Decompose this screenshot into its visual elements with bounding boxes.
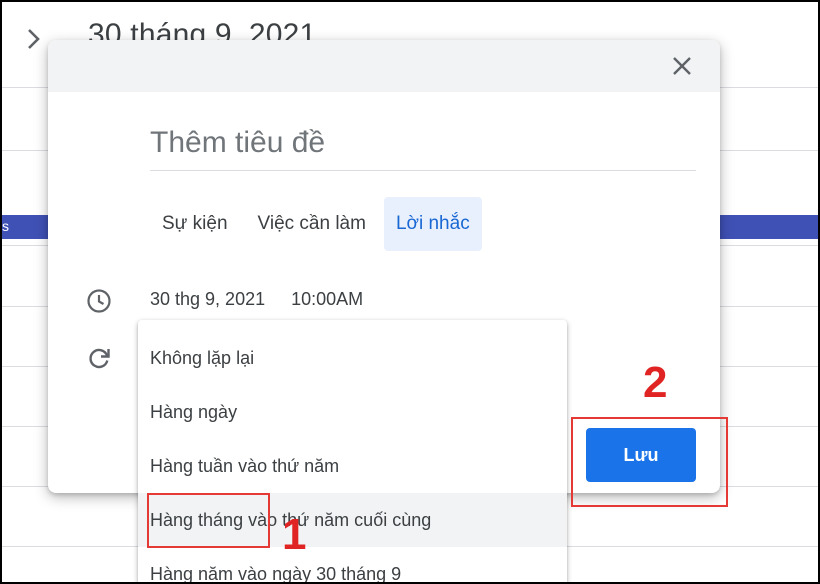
- repeat-icon: [89, 348, 110, 369]
- tab-reminder[interactable]: Lời nhắc: [383, 197, 482, 251]
- menu-item-daily[interactable]: Hàng ngày: [138, 385, 567, 439]
- clock-icon: [87, 289, 111, 313]
- menu-item-yearly[interactable]: Hàng năm vào ngày 30 tháng 9: [138, 547, 567, 584]
- tab-event[interactable]: Sự kiện: [150, 197, 240, 251]
- annotation-number-2: 2: [643, 358, 668, 407]
- chevron-right-icon[interactable]: [24, 26, 44, 52]
- date-value[interactable]: 30 thg 9, 2021: [150, 289, 265, 310]
- repeat-options-menu: Không lặp lại Hàng ngày Hàng tuần vào th…: [138, 320, 567, 584]
- menu-item-weekly[interactable]: Hàng tuần vào thứ năm: [138, 439, 567, 493]
- menu-item-no-repeat[interactable]: Không lặp lại: [138, 331, 567, 385]
- date-time-row: 30 thg 9, 2021 10:00AM: [150, 289, 363, 310]
- time-value[interactable]: 10:00AM: [291, 289, 363, 310]
- menu-item-monthly[interactable]: Hàng tháng vào thứ năm cuối cùng: [138, 493, 567, 547]
- tab-task[interactable]: Việc cần làm: [246, 197, 378, 251]
- annotation-number-1: 1: [282, 510, 307, 559]
- event-type-tabs: Sự kiện Việc cần làm Lời nhắc: [150, 197, 482, 251]
- save-button[interactable]: Lưu: [586, 428, 696, 482]
- dialog-drag-bar[interactable]: [48, 40, 720, 92]
- title-field[interactable]: [150, 126, 696, 171]
- event-band-text: s: [2, 218, 9, 234]
- title-input[interactable]: [150, 126, 696, 160]
- close-icon[interactable]: [670, 54, 694, 78]
